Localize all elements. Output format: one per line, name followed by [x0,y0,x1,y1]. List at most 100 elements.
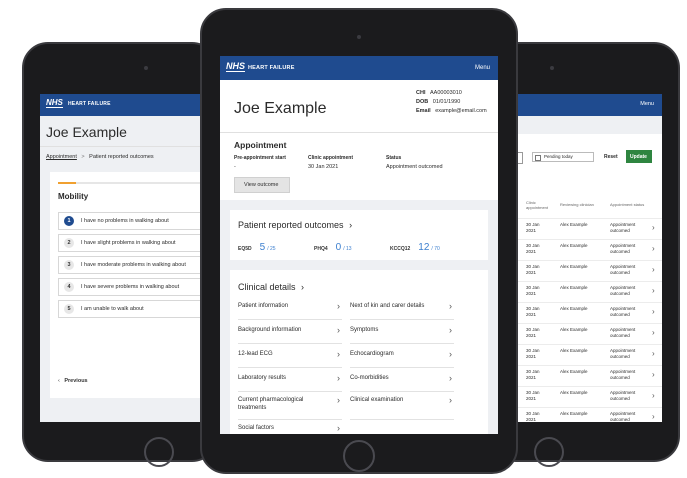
email-value: example@email.com [435,108,487,114]
option-text: I have no problems in walking about [81,218,169,224]
row-clinician: Alex Example [560,348,588,353]
nhs-logo: NHS [226,61,246,72]
clinical-item-label: Co-morbidities [350,375,389,381]
row-clinician: Alex Example [560,243,588,248]
center-tablet: NHS HEART FAILURE Menu Joe Example CHI A… [200,8,518,474]
score-max: / 13 [343,246,352,252]
column-header-clinician: Reviewing clinician [560,202,594,207]
row-clinician: Alex Example [560,264,588,269]
row-status: Appointment outcomed [610,222,636,233]
previous-button[interactable]: ‹ Previous [58,378,88,384]
clinic-appointment-label: Clinic appointment [308,155,353,161]
clinical-details-title[interactable]: Clinical details › [238,282,304,292]
option-item[interactable]: 1 I have no problems in walking about [58,212,220,230]
home-button [144,437,174,467]
table-row[interactable]: 30 Jan 2021 Alex Example Appointment outco… [512,239,662,260]
chevron-left-icon: ‹ [58,378,60,384]
option-item[interactable]: 4 I have severe problems in walking about [58,278,220,296]
clinical-item[interactable] [350,422,454,434]
status-label: Status [386,155,402,161]
menu-button[interactable]: Menu [475,65,490,71]
clinical-item[interactable]: Social factors › [238,422,342,434]
table-row[interactable]: 30 Jan 2021 Alex Example Appointment outco… [512,302,662,323]
tablet-camera [357,35,361,39]
option-item[interactable]: 2 I have slight problems in walking about [58,234,220,252]
breadcrumb-separator: > [81,154,85,160]
row-clinic-date: 30 Jan 2021 [526,264,540,275]
clinical-item[interactable]: Clinical examination › [350,394,454,420]
chevron-right-icon: › [301,282,305,292]
clinical-item[interactable]: Current pharmacological treatments › [238,394,342,420]
clinical-item[interactable]: Background information › [238,324,342,344]
dob-value: 01/01/1990 [432,99,461,105]
table-row[interactable]: 30 Jan 2021 Alex Example Appointment outco… [512,365,662,386]
chevron-right-icon: › [337,395,340,405]
score-name: EQ5D [238,246,252,252]
app-header: NHS HEART FAILURE Menu [220,56,498,80]
row-clinician: Alex Example [560,222,588,227]
row-clinic-date: 30 Jan 2021 [526,390,540,401]
item-divider [350,343,454,344]
view-outcome-button[interactable]: View outcome [234,177,290,193]
column-header-status: Appointment status [610,202,645,207]
table-row[interactable]: 30 Jan 2021 Alex Example Appointment outco… [512,344,662,365]
option-number-badge: 1 [64,216,74,226]
option-number-badge: 4 [64,282,74,292]
table-row[interactable]: 30 Jan 2021 Alex Example Appointment outco… [512,323,662,344]
option-text: I have severe problems in walking about [81,284,180,290]
option-item[interactable]: 3 I have moderate problems in walking abo… [58,256,220,274]
row-clinic-date: 30 Jan 2021 [526,327,540,338]
reset-button[interactable]: Reset [604,154,618,160]
option-text: I have slight problems in walking about [81,240,176,246]
clinical-item[interactable]: Laboratory results › [238,372,342,392]
item-divider [350,419,454,420]
view-outcome-label: View outcome [244,182,279,188]
update-button[interactable]: Update [626,150,652,163]
row-status: Appointment outcomed [610,306,636,317]
clinical-item[interactable]: 12-lead ECG › [238,348,342,368]
table-row[interactable]: 30 Jan 2021 Alex Example Appointment outco… [512,407,662,422]
clinical-item-label: Background information [238,327,302,333]
option-number-badge: 5 [64,304,74,314]
pro-title: Patient reported outcomes › [238,220,353,230]
header-divider [40,146,220,147]
app-title: HEART FAILURE [248,65,295,71]
score-value: 5 [259,242,266,253]
option-item[interactable]: 5 I am unable to walk about [58,300,220,318]
row-clinic-date: 30 Jan 2021 [526,348,540,359]
tablet-camera [550,66,554,70]
chevron-right-icon: › [652,391,655,400]
item-divider [350,367,454,368]
chevron-right-icon: › [337,349,340,359]
clinical-item[interactable]: Echocardiogram › [350,348,454,368]
table-row[interactable]: 30 Jan 2021 Alex Example Appointment outco… [512,281,662,302]
clinical-item[interactable]: Next of kin and carer details › [350,300,454,320]
score-kccq12: KCCQ12 12/ 70 [390,237,440,255]
table-row[interactable]: 30 Jan 2021 Alex Example Appointment outco… [512,218,662,239]
table-row[interactable]: 30 Jan 2021 Alex Example Appointment outco… [512,260,662,281]
patient-name: Joe Example [46,124,127,140]
pending-today-filter[interactable]: Pending today [532,152,594,162]
option-number-badge: 2 [64,238,74,248]
patient-chi: CHI AA00003010 [416,90,462,96]
score-value: 0 [335,242,342,253]
patient-reported-outcomes-card[interactable]: Patient reported outcomes › EQ5D 5/ 25 PHQ… [230,210,488,260]
chevron-right-icon: › [652,370,655,379]
chevron-right-icon: › [652,223,655,232]
clinical-item[interactable]: Patient information › [238,300,342,320]
chevron-right-icon: › [337,325,340,335]
clinical-item-label: 12-lead ECG [238,351,273,357]
breadcrumb-root-link[interactable]: Appointment [46,154,77,160]
row-clinic-date: 30 Jan 2021 [526,306,540,317]
clinical-item[interactable]: Symptoms › [350,324,454,344]
table-row[interactable]: 30 Jan 2021 Alex Example Appointment outco… [512,386,662,407]
menu-button[interactable]: Menu [640,101,654,107]
option-text: I am unable to walk about [81,306,144,312]
row-status: Appointment outcomed [610,264,636,275]
list-panel: Pending today Reset Update Clinic appoin… [512,134,662,422]
row-clinic-date: 30 Jan 2021 [526,222,540,233]
clinical-details-card: Clinical details › Patient information › N… [230,270,488,434]
clinical-item[interactable]: Co-morbidities › [350,372,454,392]
item-divider [238,367,342,368]
score-name: KCCQ12 [390,246,411,252]
